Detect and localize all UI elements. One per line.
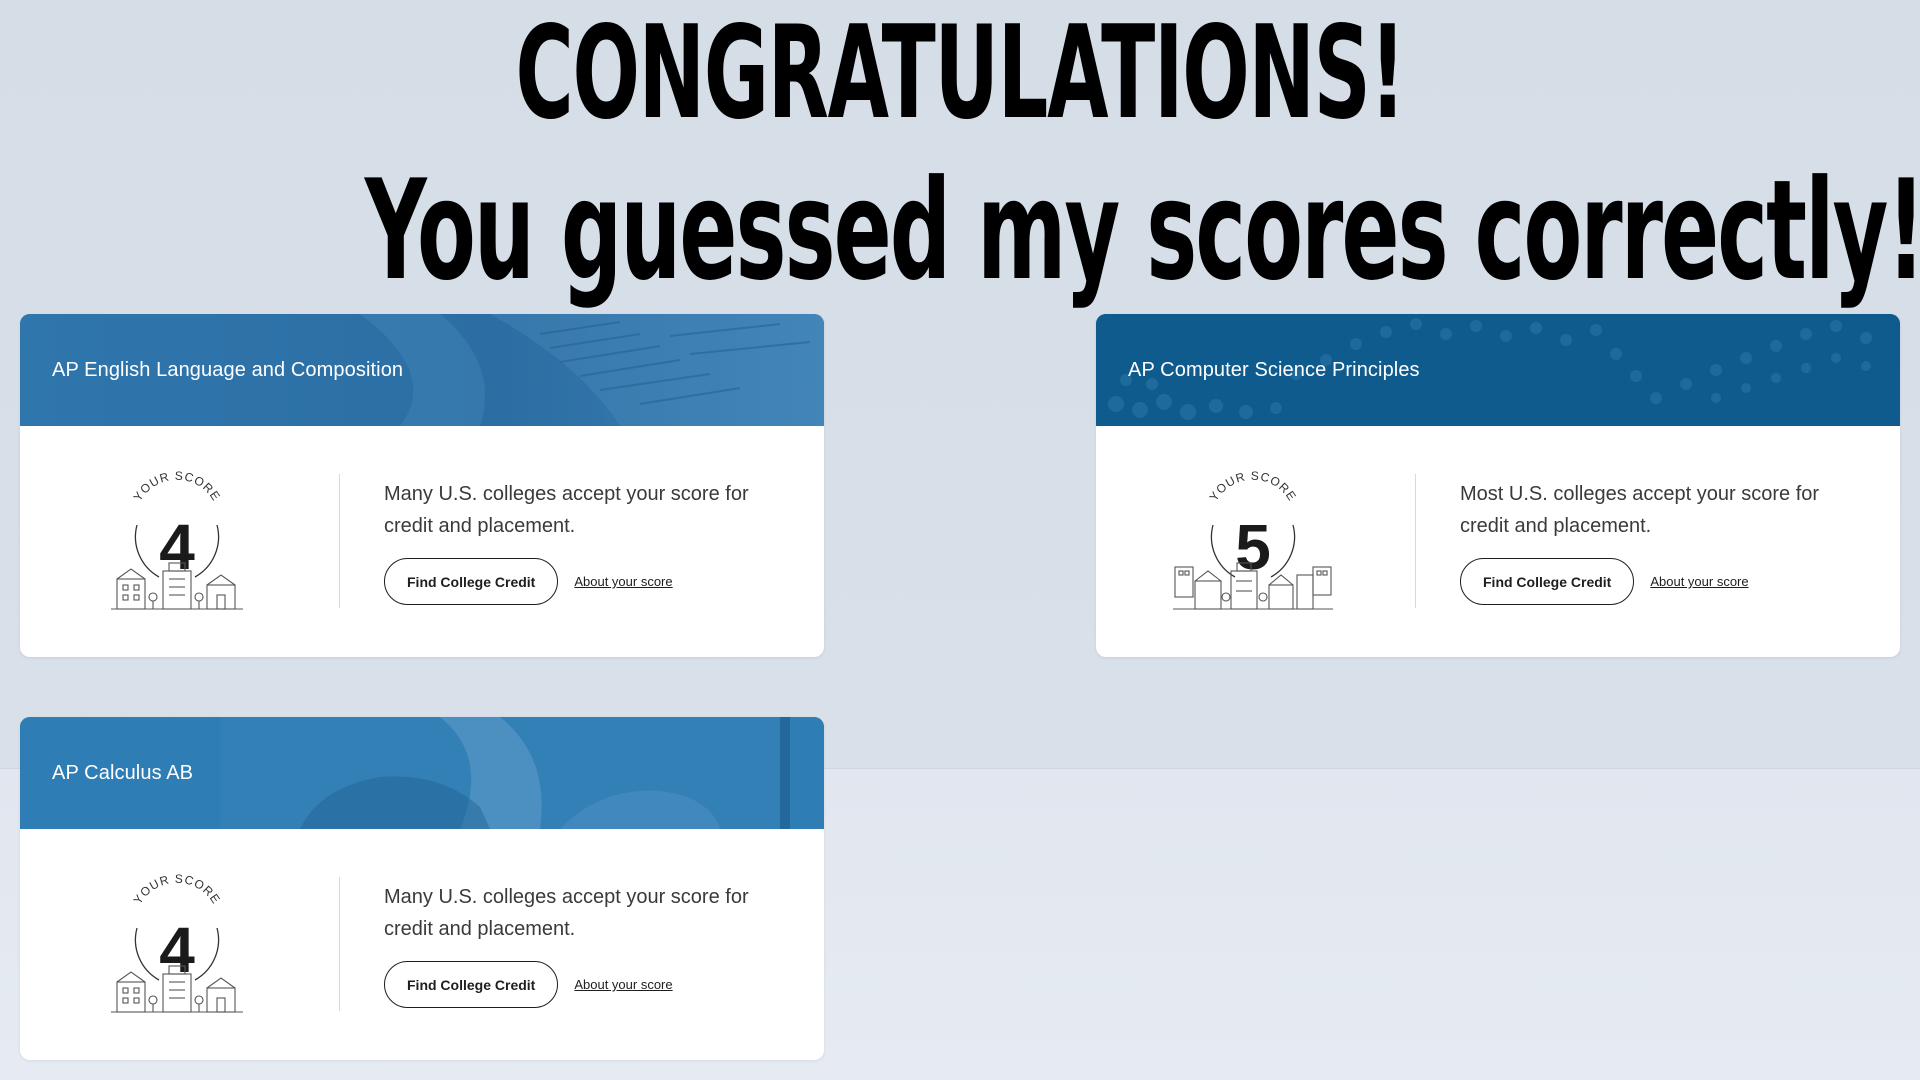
- score-circle-icon: YOUR SCORE 4: [111, 468, 243, 610]
- congratulations-heading: CONGRATULATIONS!: [515, 0, 1405, 148]
- card-header: AP Calculus AB: [20, 717, 824, 829]
- score-label: YOUR SCORE: [131, 871, 223, 906]
- score-circle-icon: YOUR SCORE 4: [111, 871, 243, 1013]
- card-header: AP Computer Science Principles: [1096, 314, 1900, 426]
- find-college-credit-button[interactable]: Find College Credit: [1460, 558, 1635, 605]
- card-body: YOUR SCORE 4 Many U.S. colleges accept y…: [20, 426, 824, 657]
- card-title: AP Computer Science Principles: [1128, 358, 1420, 381]
- score-info: Most U.S. colleges accept your score for…: [1410, 478, 1900, 605]
- score-card-english: AP English Language and Composition YOUR…: [20, 314, 824, 657]
- score-label: YOUR SCORE: [131, 468, 223, 503]
- card-body: YOUR SCORE 4 Many U.S. colleges accept y…: [20, 829, 824, 1060]
- divider: [339, 474, 340, 608]
- svg-text:YOUR SCORE: YOUR SCORE: [1207, 468, 1300, 503]
- card-title: AP Calculus AB: [52, 761, 194, 784]
- svg-text:YOUR SCORE: YOUR SCORE: [131, 871, 224, 906]
- divider: [339, 877, 340, 1011]
- about-your-score-link[interactable]: About your score: [574, 977, 672, 992]
- find-college-credit-button[interactable]: Find College Credit: [384, 961, 559, 1008]
- score-label: YOUR SCORE: [1207, 468, 1299, 503]
- card-header: AP English Language and Composition: [20, 314, 824, 426]
- score-message: Many U.S. colleges accept your score for…: [384, 886, 749, 940]
- score-circle-icon: YOUR SCORE 5: [1173, 468, 1333, 610]
- score-message: Most U.S. colleges accept your score for…: [1460, 483, 1820, 537]
- score-value: 5: [1235, 511, 1271, 583]
- score-badge: YOUR SCORE 5: [1096, 426, 1410, 657]
- svg-text:YOUR SCORE: YOUR SCORE: [131, 468, 224, 503]
- score-badge: YOUR SCORE 4: [20, 829, 334, 1060]
- score-value: 4: [159, 914, 195, 986]
- score-value: 4: [159, 511, 195, 583]
- guessed-scores-heading: You guessed my scores correctly!: [364, 150, 1920, 311]
- card-actions: Find College Credit About your score: [1460, 558, 1860, 605]
- card-body: YOUR SCORE 5 Most U.S. colleges accept y…: [1096, 426, 1900, 657]
- about-your-score-link[interactable]: About your score: [1650, 574, 1748, 589]
- score-badge: YOUR SCORE 4: [20, 426, 334, 657]
- card-actions: Find College Credit About your score: [384, 558, 784, 605]
- divider: [1415, 474, 1416, 608]
- find-college-credit-button[interactable]: Find College Credit: [384, 558, 559, 605]
- score-info: Many U.S. colleges accept your score for…: [334, 478, 824, 605]
- score-card-computer-science: AP Computer Science Principles YOUR SCOR…: [1096, 314, 1900, 657]
- score-card-calculus: AP Calculus AB YOUR SCORE 4 Many U.S. co…: [20, 717, 824, 1060]
- card-title: AP English Language and Composition: [52, 358, 404, 381]
- score-info: Many U.S. colleges accept your score for…: [334, 881, 824, 1008]
- about-your-score-link[interactable]: About your score: [574, 574, 672, 589]
- card-actions: Find College Credit About your score: [384, 961, 784, 1008]
- score-message: Many U.S. colleges accept your score for…: [384, 483, 749, 537]
